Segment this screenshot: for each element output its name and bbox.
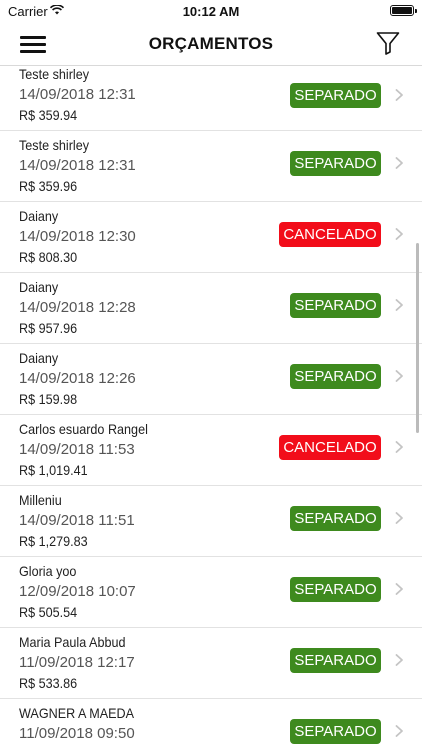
customer-name: Teste shirley: [19, 137, 90, 153]
status-badge: SEPARADO: [290, 83, 381, 108]
order-date: 12/09/2018 10:07: [19, 583, 136, 600]
chevron-right-icon[interactable]: [395, 370, 404, 382]
status-badge: SEPARADO: [290, 577, 381, 602]
chevron-right-icon[interactable]: [395, 89, 404, 101]
orders-list[interactable]: Teste shirley 14/09/2018 12:31 R$ 359.94 SE…: [0, 66, 422, 750]
order-row[interactable]: Teste shirley 14/09/2018 12:31 R$ 359.94 SE…: [0, 66, 422, 131]
chevron-right-icon[interactable]: [395, 228, 404, 240]
navigation-bar: ORÇAMENTOS: [0, 22, 422, 66]
status-bar: Carrier 10:12 AM: [0, 0, 422, 22]
order-row[interactable]: Milleniu 14/09/2018 11:51 R$ 1,279.83 SEPAR…: [0, 486, 422, 557]
order-amount: R$ 359.94: [19, 107, 78, 123]
chevron-right-icon[interactable]: [395, 512, 404, 524]
chevron-right-icon[interactable]: [395, 157, 404, 169]
filter-funnel-icon[interactable]: [376, 31, 400, 55]
customer-name: Teste shirley: [19, 66, 90, 82]
customer-name: Gloria yoo: [19, 563, 77, 579]
order-date: 14/09/2018 12:26: [19, 370, 136, 387]
order-amount: R$ 808.30: [19, 249, 78, 265]
order-row[interactable]: Daiany 14/09/2018 12:30 R$ 808.30 CANCELADO: [0, 202, 422, 273]
chevron-right-icon[interactable]: [395, 654, 404, 666]
order-row[interactable]: WAGNER A MAEDA 11/09/2018 09:50 SEPARADO: [0, 699, 422, 750]
order-amount: R$ 957.96: [19, 320, 78, 336]
order-row[interactable]: Carlos esuardo Rangel 14/09/2018 11:53 R$ …: [0, 415, 422, 486]
order-date: 14/09/2018 12:31: [19, 86, 136, 103]
status-badge: SEPARADO: [290, 648, 381, 673]
order-date: 14/09/2018 12:31: [19, 157, 136, 174]
customer-name: Maria Paula Abbud: [19, 634, 126, 650]
status-badge: SEPARADO: [290, 151, 381, 176]
chevron-right-icon[interactable]: [395, 441, 404, 453]
battery-icon: [390, 5, 417, 16]
order-amount: R$ 533.86: [19, 675, 78, 691]
customer-name: Daiany: [19, 279, 59, 295]
status-time: 10:12 AM: [182, 4, 240, 19]
customer-name: Milleniu: [19, 492, 62, 508]
status-badge: SEPARADO: [290, 364, 381, 389]
status-badge: SEPARADO: [290, 293, 381, 318]
status-badge: SEPARADO: [290, 719, 381, 744]
chevron-right-icon[interactable]: [395, 583, 404, 595]
order-date: 11/09/2018 09:50: [19, 725, 135, 742]
customer-name: Daiany: [19, 350, 59, 366]
order-amount: R$ 159.98: [19, 391, 78, 407]
order-row[interactable]: Daiany 14/09/2018 12:26 R$ 159.98 SEPARADO: [0, 344, 422, 415]
order-row[interactable]: Maria Paula Abbud 11/09/2018 12:17 R$ 533.…: [0, 628, 422, 699]
status-badge: CANCELADO: [279, 222, 381, 247]
customer-name: Carlos esuardo Rangel: [19, 421, 148, 437]
order-amount: R$ 1,279.83: [19, 533, 88, 549]
order-date: 14/09/2018 11:51: [19, 512, 135, 529]
order-date: 14/09/2018 12:28: [19, 299, 136, 316]
scrollbar[interactable]: [416, 243, 419, 433]
order-date: 11/09/2018 12:17: [19, 654, 135, 671]
chevron-right-icon[interactable]: [395, 299, 404, 311]
order-row[interactable]: Gloria yoo 12/09/2018 10:07 R$ 505.54 SEPAR…: [0, 557, 422, 628]
order-date: 14/09/2018 11:53: [19, 441, 135, 458]
customer-name: WAGNER A MAEDA: [19, 705, 135, 721]
customer-name: Daiany: [19, 208, 59, 224]
status-badge: CANCELADO: [279, 435, 381, 460]
order-amount: R$ 359.96: [19, 178, 78, 194]
page-title: ORÇAMENTOS: [148, 34, 274, 53]
order-amount: R$ 1,019.41: [19, 462, 88, 478]
order-row[interactable]: Teste shirley 14/09/2018 12:31 R$ 359.96 SE…: [0, 131, 422, 202]
chevron-right-icon[interactable]: [395, 725, 404, 737]
order-row[interactable]: Daiany 14/09/2018 12:28 R$ 957.96 SEPARADO: [0, 273, 422, 344]
order-amount: R$ 505.54: [19, 604, 78, 620]
status-badge: SEPARADO: [290, 506, 381, 531]
order-date: 14/09/2018 12:30: [19, 228, 136, 245]
